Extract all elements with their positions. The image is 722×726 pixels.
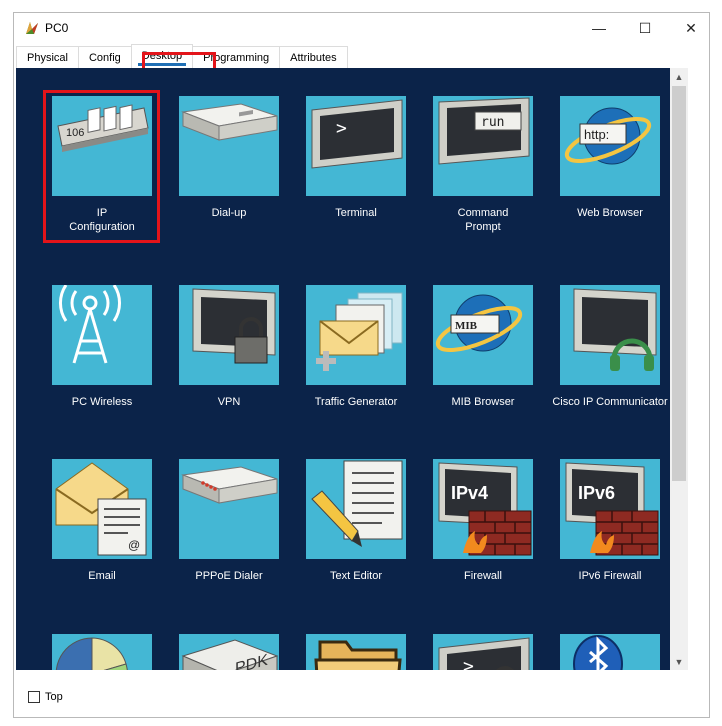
app-label: VPN bbox=[217, 396, 241, 408]
app-label: Web Browser bbox=[577, 207, 643, 219]
bluetooth-icon bbox=[573, 635, 623, 670]
app-label: PC Wireless bbox=[71, 396, 133, 408]
wireless-tower-icon bbox=[59, 285, 121, 364]
svg-text:>: > bbox=[463, 656, 474, 670]
tab-bar: Physical Config Desktop Programming Attr… bbox=[16, 42, 348, 68]
app-tile[interactable]: IPv6 bbox=[560, 459, 660, 559]
close-button[interactable]: ✕ bbox=[668, 13, 714, 43]
app-tile[interactable] bbox=[560, 285, 660, 385]
app-label: Traffic Generator bbox=[314, 396, 398, 408]
firewall-ipv6-icon: IPv6 bbox=[565, 462, 659, 556]
top-checkbox[interactable] bbox=[28, 691, 40, 703]
top-checkbox-label: Top bbox=[45, 691, 63, 703]
firewall-ipv4-icon: IPv4 bbox=[438, 462, 532, 556]
desktop-panel: 106 IP Configuration Dial-up > Terminal bbox=[16, 68, 670, 670]
app-tile[interactable]: > bbox=[306, 96, 406, 196]
svg-text:run: run bbox=[481, 115, 504, 130]
web-browser-icon: http: bbox=[564, 107, 652, 165]
tab-attributes[interactable]: Attributes bbox=[279, 46, 348, 68]
app-label: Terminal bbox=[335, 207, 377, 219]
app-tile[interactable]: 106 bbox=[52, 96, 152, 196]
app-tile[interactable] bbox=[179, 96, 279, 196]
app-tile[interactable] bbox=[52, 634, 152, 670]
scroll-up-icon[interactable]: ▲ bbox=[670, 68, 688, 85]
app-tile[interactable]: MIB bbox=[433, 285, 533, 385]
svg-text:@: @ bbox=[128, 538, 140, 552]
scroll-down-icon[interactable]: ▼ bbox=[670, 653, 688, 670]
app-label: Firewall bbox=[464, 570, 502, 582]
tab-config[interactable]: Config bbox=[77, 46, 132, 68]
pie-chart-icon bbox=[55, 637, 128, 670]
app-tile[interactable]: http: bbox=[560, 96, 660, 196]
app-tile[interactable] bbox=[179, 285, 279, 385]
terminal-monitor-icon: > bbox=[311, 99, 403, 169]
app-tile[interactable] bbox=[306, 285, 406, 385]
svg-text:>: > bbox=[336, 118, 347, 139]
scroll-thumb[interactable] bbox=[672, 86, 686, 481]
svg-text:MIB: MIB bbox=[455, 320, 478, 332]
dialup-modem-icon bbox=[181, 103, 278, 141]
maximize-button[interactable]: ☐ bbox=[622, 13, 668, 43]
maximize-icon: ☐ bbox=[638, 19, 652, 36]
minimize-button[interactable]: — bbox=[576, 13, 622, 43]
app-tile[interactable] bbox=[306, 634, 406, 670]
app-label: MIB Browser bbox=[451, 396, 515, 408]
app-label: Command Prompt bbox=[457, 207, 509, 233]
close-icon: ✕ bbox=[685, 19, 697, 36]
app-label: Email bbox=[88, 570, 116, 582]
text-editor-pencil-icon bbox=[311, 460, 403, 547]
email-envelope-icon: @ bbox=[55, 462, 147, 556]
app-tile[interactable]: > bbox=[433, 634, 533, 670]
svg-text:106: 106 bbox=[66, 127, 84, 139]
app-tile[interactable] bbox=[179, 459, 279, 559]
command-prompt-icon: run bbox=[438, 97, 530, 165]
app-label: Dial-up bbox=[211, 207, 247, 219]
app-tile[interactable] bbox=[306, 459, 406, 559]
app-label: Text Editor bbox=[330, 570, 382, 582]
traffic-generator-envelopes-icon bbox=[316, 292, 403, 371]
svg-text:IPv6: IPv6 bbox=[578, 483, 615, 503]
app-label: PPPoE Dialer bbox=[195, 570, 263, 582]
window-title: PC0 bbox=[45, 21, 69, 35]
app-label: IPv6 Firewall bbox=[578, 570, 642, 582]
vpn-lock-monitor-icon bbox=[192, 288, 276, 364]
app-tile[interactable]: @ bbox=[52, 459, 152, 559]
desktop-scrollbar[interactable]: ▲ ▼ bbox=[670, 68, 688, 670]
box-icon: PDK bbox=[181, 639, 279, 670]
ip-configuration-icon: 106 bbox=[57, 104, 149, 152]
title-bar[interactable]: PC0 — ☐ ✕ bbox=[14, 13, 709, 43]
minimize-icon: — bbox=[592, 20, 606, 36]
pppoe-dialer-icon bbox=[181, 466, 278, 504]
app-tile[interactable]: run bbox=[433, 96, 533, 196]
app-label: IP Configuration bbox=[69, 207, 135, 233]
tab-desktop[interactable]: Desktop bbox=[130, 44, 194, 68]
tab-programming[interactable]: Programming bbox=[192, 46, 281, 68]
app-tile[interactable]: PDK bbox=[179, 634, 279, 670]
ip-communicator-headset-icon bbox=[573, 288, 657, 371]
app-tile[interactable] bbox=[52, 285, 152, 385]
terminal-lock-icon: > bbox=[438, 637, 530, 670]
packet-tracer-app-icon bbox=[26, 22, 38, 34]
app-tile[interactable] bbox=[560, 634, 660, 670]
app-label: Cisco IP Communicator bbox=[552, 396, 668, 408]
svg-text:IPv4: IPv4 bbox=[451, 483, 488, 503]
tab-physical[interactable]: Physical bbox=[16, 46, 79, 68]
svg-text:http:: http: bbox=[584, 127, 609, 142]
app-tile[interactable]: IPv4 bbox=[433, 459, 533, 559]
folder-icon bbox=[314, 640, 402, 670]
mib-browser-icon: MIB bbox=[435, 294, 523, 352]
